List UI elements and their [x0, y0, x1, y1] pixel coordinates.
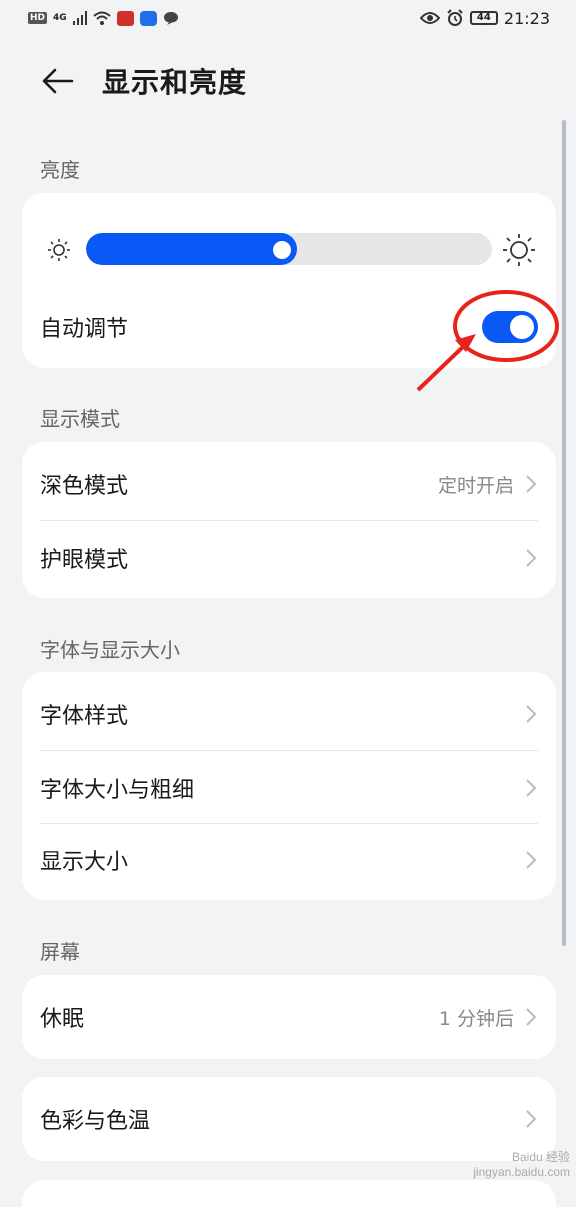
message-icon — [163, 11, 178, 25]
color-temp-right — [524, 1108, 538, 1130]
eye-comfort-row[interactable]: 护眼模式 — [22, 522, 556, 594]
wifi-icon — [93, 11, 111, 25]
dark-mode-value: 定时开启 — [437, 474, 514, 497]
chevron-right-icon — [526, 549, 537, 567]
brightness-slider-fill — [86, 233, 298, 265]
chevron-right-icon — [526, 705, 537, 723]
status-bar: HD 4G 44 21:23 — [0, 0, 576, 36]
sun-low-icon — [48, 239, 70, 261]
font-card: 字体样式 字体大小与粗细 显示大小 — [22, 672, 556, 900]
auto-brightness-label: 自动调节 — [40, 317, 129, 342]
color-temp-row[interactable]: 色彩与色温 — [22, 1083, 556, 1155]
dark-mode-row[interactable]: 深色模式 定时开启 — [22, 448, 556, 520]
eye-comfort-right — [524, 547, 538, 569]
display-size-right — [524, 849, 538, 871]
brightness-card: 自动调节 — [22, 193, 556, 368]
status-right: 44 21:23 — [419, 8, 550, 28]
display-size-row[interactable]: 显示大小 — [22, 824, 556, 896]
status-time: 21:23 — [503, 8, 550, 28]
auto-brightness-right — [482, 311, 538, 343]
toggle-knob — [510, 315, 534, 339]
sun-high-icon — [503, 234, 535, 266]
chevron-right-icon — [526, 475, 537, 493]
section-title-display-mode: 显示模式 — [40, 407, 120, 431]
divider — [40, 520, 538, 521]
next-card-partial — [22, 1180, 556, 1207]
watermark-text: Baidu 经验 jingyan.baidu.com — [473, 1150, 570, 1179]
display-mode-card: 深色模式 定时开启 护眼模式 — [22, 442, 556, 598]
header: 显示和亮度 — [0, 46, 576, 116]
page-title: 显示和亮度 — [102, 66, 248, 99]
chevron-right-icon — [526, 1110, 537, 1128]
font-style-row[interactable]: 字体样式 — [22, 678, 556, 750]
sleep-card: 休眠 1 分钟后 — [22, 975, 556, 1059]
back-arrow-icon — [42, 68, 74, 94]
brightness-slider[interactable] — [86, 233, 492, 265]
font-style-right — [524, 703, 538, 725]
dark-mode-right: 定时开启 — [438, 471, 538, 498]
sleep-row[interactable]: 休眠 1 分钟后 — [22, 981, 556, 1053]
app-notification-icon — [116, 10, 134, 26]
battery-icon: 44 — [469, 11, 498, 25]
scrollbar[interactable] — [562, 120, 566, 946]
dark-mode-label: 深色模式 — [40, 474, 129, 499]
brightness-slider-row — [22, 229, 556, 269]
auto-brightness-toggle[interactable] — [482, 311, 538, 343]
section-title-font: 字体与显示大小 — [40, 638, 180, 662]
section-title-screen: 屏幕 — [40, 940, 80, 964]
signal-icon — [72, 11, 87, 25]
brightness-slider-handle[interactable] — [273, 241, 292, 259]
font-style-label: 字体样式 — [40, 704, 129, 729]
status-left: HD 4G — [28, 10, 179, 26]
font-size-weight-row[interactable]: 字体大小与粗细 — [22, 752, 556, 824]
network-type: 4G — [53, 13, 67, 23]
chevron-right-icon — [526, 851, 537, 869]
section-title-brightness: 亮度 — [40, 158, 80, 182]
eye-icon — [419, 12, 440, 24]
chevron-right-icon — [526, 779, 537, 797]
alarm-icon — [447, 9, 463, 26]
hd-badge: HD — [28, 12, 48, 24]
sleep-label: 休眠 — [40, 1007, 85, 1032]
watermark: Baidu 经验 jingyan.baidu.com — [438, 1148, 570, 1179]
auto-brightness-row[interactable]: 自动调节 — [22, 297, 556, 357]
color-temp-label: 色彩与色温 — [40, 1109, 151, 1134]
back-button[interactable] — [40, 63, 76, 99]
security-app-icon — [139, 10, 157, 26]
eye-comfort-label: 护眼模式 — [40, 548, 129, 573]
display-size-label: 显示大小 — [40, 850, 129, 875]
sleep-right: 1 分钟后 — [439, 1004, 538, 1031]
font-size-weight-label: 字体大小与粗细 — [40, 778, 195, 803]
chevron-right-icon — [526, 1008, 537, 1026]
divider — [40, 750, 538, 751]
font-size-weight-right — [524, 777, 538, 799]
sleep-value: 1 分钟后 — [438, 1007, 514, 1030]
